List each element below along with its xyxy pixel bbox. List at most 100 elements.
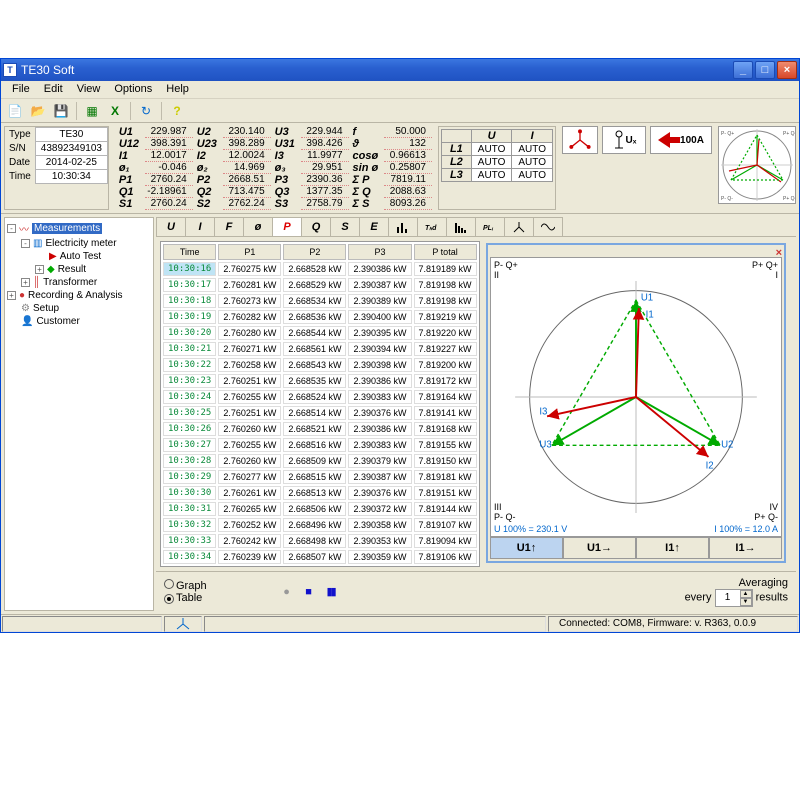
tab-F[interactable]: F <box>214 217 244 236</box>
tab-I[interactable]: I <box>185 217 215 236</box>
menu-edit[interactable]: Edit <box>37 81 70 98</box>
table-row[interactable]: 10:30:292.760277 kW2.668515 kW2.390387 k… <box>163 470 477 484</box>
table-row[interactable]: 10:30:302.760261 kW2.668513 kW2.390376 k… <box>163 486 477 500</box>
menu-bar: FileEditViewOptionsHelp <box>1 81 799 99</box>
stop-button[interactable]: ■ <box>301 584 317 600</box>
refresh-icon[interactable]: ↻ <box>136 101 156 121</box>
device-time: 10:30:34 <box>35 170 107 184</box>
tab-U[interactable]: U <box>156 217 186 236</box>
help-icon[interactable]: ? <box>167 101 187 121</box>
measurement-grid: U1229.987U2230.140U3229.944f50.000U12398… <box>115 126 432 210</box>
tab-Q[interactable]: Q <box>301 217 331 236</box>
device-sn: 43892349103 <box>35 142 107 156</box>
vector-btn-3[interactable]: I1→ <box>709 537 782 559</box>
power-data-table: TimeP1P2P3P total10:30:162.760275 kW2.66… <box>160 241 480 567</box>
svg-text:U3: U3 <box>539 439 551 450</box>
new-icon[interactable]: 📄 <box>5 101 25 121</box>
table-row[interactable]: 10:30:282.760260 kW2.668509 kW2.390379 k… <box>163 454 477 468</box>
table-row[interactable]: 10:30:272.760255 kW2.668516 kW2.390383 k… <box>163 438 477 452</box>
device-date: 2014-02-25 <box>35 156 107 170</box>
menu-view[interactable]: View <box>70 81 108 98</box>
top-info-row: TypeTE30 S/N43892349103 Date2014-02-25 T… <box>1 123 799 214</box>
table-row[interactable]: 10:30:162.760275 kW2.668528 kW2.390386 k… <box>163 262 477 276</box>
save-icon[interactable]: 💾 <box>51 101 71 121</box>
vector-btn-0[interactable]: U1↑ <box>490 537 563 559</box>
device-type: TE30 <box>35 128 107 142</box>
excel-icon[interactable]: X <box>105 101 125 121</box>
table-row[interactable]: 10:30:322.760252 kW2.668496 kW2.390358 k… <box>163 518 477 532</box>
connection-panel: Uₓ 100A <box>562 126 712 154</box>
tab-P[interactable]: P <box>272 217 302 236</box>
nav-tree[interactable]: -〰Measurements-▥Electricity meter▶Auto T… <box>4 217 154 611</box>
vector-btn-1[interactable]: U1→ <box>563 537 636 559</box>
tab-pli-icon[interactable]: PLᵢ <box>475 217 505 236</box>
menu-file[interactable]: File <box>5 81 37 98</box>
view-graph-radio[interactable] <box>164 579 174 589</box>
vector-close-icon[interactable]: × <box>776 247 782 257</box>
gear-icon: ⚙ <box>21 303 30 314</box>
tree-auto-test[interactable]: ▶Auto Test <box>7 250 151 263</box>
svg-text:P+ Q+: P+ Q+ <box>783 131 795 137</box>
record-button[interactable]: ● <box>279 584 295 600</box>
table-row[interactable]: 10:30:212.760271 kW2.668561 kW2.390394 k… <box>163 342 477 356</box>
table-row[interactable]: 10:30:222.760258 kW2.668543 kW2.390398 k… <box>163 358 477 372</box>
vector-btn-2[interactable]: I1↑ <box>636 537 709 559</box>
vector-diagram-window[interactable]: × <box>486 243 786 563</box>
auto-range-panel: UIL1AUTOAUTOL2AUTOAUTOL3AUTOAUTO <box>438 126 556 210</box>
table-row[interactable]: 10:30:342.760239 kW2.668507 kW2.390359 k… <box>163 550 477 564</box>
svg-text:P- Q+: P- Q+ <box>721 131 734 137</box>
tab-harmonics-icon[interactable] <box>446 217 476 236</box>
table-row[interactable]: 10:30:252.760251 kW2.668514 kW2.390376 k… <box>163 406 477 420</box>
averaging-spinner[interactable]: ▲▼ <box>715 589 753 607</box>
rec-icon: ● <box>19 290 25 301</box>
table-row[interactable]: 10:30:172.760281 kW2.668529 kW2.390387 k… <box>163 278 477 292</box>
tree-recording-analysis[interactable]: +●Recording & Analysis <box>7 289 151 302</box>
table-row[interactable]: 10:30:332.760242 kW2.668498 kW2.390353 k… <box>163 534 477 548</box>
wye-connection-icon[interactable] <box>562 126 598 154</box>
tab-E[interactable]: E <box>359 217 389 236</box>
measurement-tabs: UIFøPQSE Tₕd PLᵢ <box>156 217 796 237</box>
tree-transformer[interactable]: +║Transformer <box>7 276 151 289</box>
table-row[interactable]: 10:30:262.760260 kW2.668521 kW2.390386 k… <box>163 422 477 436</box>
export-icon[interactable]: ▦ <box>82 101 102 121</box>
cust-icon: 👤 <box>21 316 33 327</box>
wave-icon: 〰 <box>19 221 29 236</box>
table-row[interactable]: 10:30:182.760273 kW2.668534 kW2.390389 k… <box>163 294 477 308</box>
tree-electricity-meter[interactable]: -▥Electricity meter <box>7 237 151 250</box>
table-row[interactable]: 10:30:242.760255 kW2.668524 kW2.390383 k… <box>163 390 477 404</box>
svg-text:P+ Q-: P+ Q- <box>783 196 795 202</box>
table-row[interactable]: 10:30:312.760265 kW2.668506 kW2.390372 k… <box>163 502 477 516</box>
minimize-button[interactable]: _ <box>733 61 753 79</box>
tree-measurements[interactable]: -〰Measurements <box>7 220 151 237</box>
svg-text:I2: I2 <box>706 461 714 472</box>
tab-S[interactable]: S <box>330 217 360 236</box>
tab-wave-icon[interactable] <box>533 217 563 236</box>
voltage-connection-icon[interactable]: Uₓ <box>602 126 646 154</box>
current-clamp-icon[interactable]: 100A <box>650 126 712 154</box>
table-row[interactable]: 10:30:192.760282 kW2.668536 kW2.390400 k… <box>163 310 477 324</box>
tree-result[interactable]: +◆Result <box>7 263 151 276</box>
maximize-button[interactable]: □ <box>755 61 775 79</box>
svg-text:I1: I1 <box>646 310 654 321</box>
table-row[interactable]: 10:30:202.760280 kW2.668544 kW2.390395 k… <box>163 326 477 340</box>
menu-help[interactable]: Help <box>159 81 196 98</box>
mini-vector-diagram[interactable]: P- Q+P+ Q+ P- Q-P+ Q- <box>718 126 796 204</box>
table-row[interactable]: 10:30:232.760251 kW2.668535 kW2.390386 k… <box>163 374 477 388</box>
tab-bars-icon[interactable] <box>388 217 418 236</box>
close-button[interactable]: × <box>777 61 797 79</box>
toolbar: 📄 📂 💾 ▦ X ↻ ? <box>1 99 799 123</box>
tab-thd-icon[interactable]: Tₕd <box>417 217 447 236</box>
view-table-radio[interactable] <box>164 594 174 604</box>
open-icon[interactable]: 📂 <box>28 101 48 121</box>
pause-button[interactable]: ▮▮ <box>323 584 339 600</box>
menu-options[interactable]: Options <box>107 81 159 98</box>
svg-text:U2: U2 <box>721 439 733 450</box>
tab-ø[interactable]: ø <box>243 217 273 236</box>
play-icon: ▶ <box>49 251 57 262</box>
tree-customer[interactable]: 👤Customer <box>7 315 151 328</box>
tab-wye-icon[interactable] <box>504 217 534 236</box>
xfmr-icon: ║ <box>33 277 40 288</box>
tree-setup[interactable]: ⚙Setup <box>7 302 151 315</box>
vector-diagram: U1 U2 U3 I1 I2 I3 P- Q+ II P+ Q+ I III P… <box>490 257 782 537</box>
svg-text:U1: U1 <box>641 292 653 303</box>
